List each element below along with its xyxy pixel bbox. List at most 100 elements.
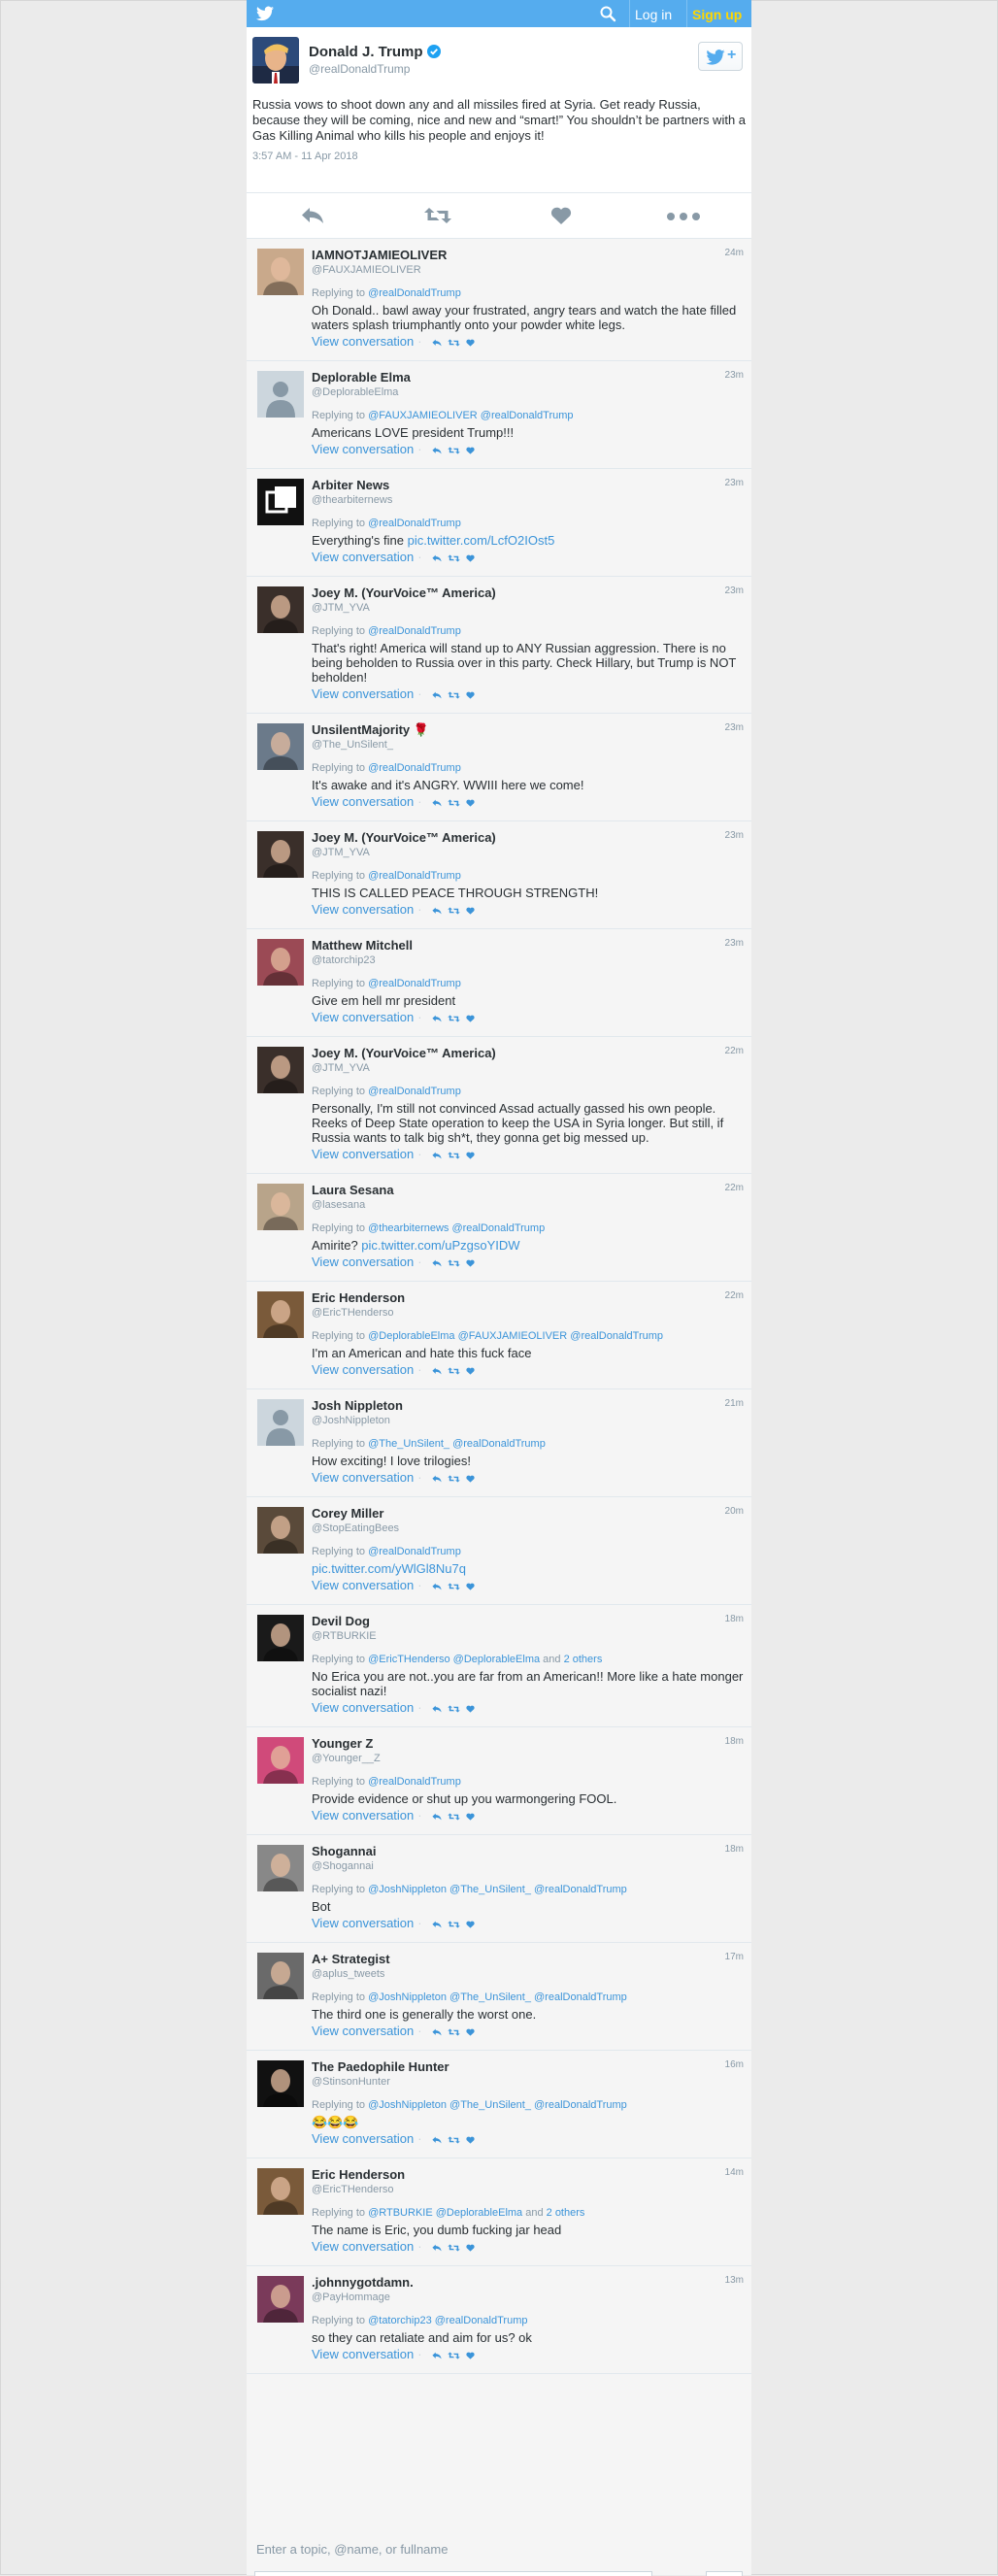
- retweet-icon[interactable]: [447, 1363, 460, 1379]
- reply-tweet[interactable]: 18m Shogannai @Shogannai Replying to @JoshN…: [247, 1835, 751, 1943]
- reply-icon[interactable]: [301, 207, 324, 224]
- author-name[interactable]: The Paedophile Hunter: [312, 2058, 744, 2075]
- more-options-icon[interactable]: [667, 213, 700, 220]
- mention-links[interactable]: @JoshNippleton @The_UnSilent_ @realDonal…: [368, 1991, 627, 2003]
- reply-tweet[interactable]: 24m IAMNOTJAMIEOLIVER @FAUXJAMIEOLIVER Repl…: [247, 239, 751, 361]
- reply-time[interactable]: 21m: [725, 1398, 744, 1409]
- author-handle[interactable]: @Shogannai: [312, 1859, 744, 1873]
- author-handle[interactable]: @StopEatingBees: [312, 1522, 744, 1535]
- author-handle[interactable]: @PayHommage: [312, 2291, 744, 2304]
- author-handle[interactable]: @DeplorableElma: [312, 385, 744, 399]
- retweet-icon[interactable]: [447, 2348, 460, 2363]
- view-conversation-link[interactable]: View conversation: [312, 902, 414, 917]
- media-link[interactable]: pic.twitter.com/LcfO2IOst5: [408, 533, 555, 548]
- author-handle[interactable]: @thearbiternews: [312, 493, 744, 507]
- reply-icon[interactable]: [432, 2348, 442, 2363]
- mention-links[interactable]: @JoshNippleton @The_UnSilent_ @realDonal…: [368, 2099, 627, 2111]
- like-heart-icon[interactable]: [465, 2024, 475, 2040]
- mention-links[interactable]: @realDonaldTrump: [368, 978, 461, 989]
- author-handle[interactable]: @StinsonHunter: [312, 2075, 744, 2089]
- view-conversation-link[interactable]: View conversation: [312, 1916, 414, 1930]
- mention-links[interactable]: @The_UnSilent_ @realDonaldTrump: [368, 1438, 546, 1450]
- author-name[interactable]: Eric Henderson: [312, 2166, 744, 2183]
- avatar[interactable]: [257, 249, 304, 295]
- retweet-icon[interactable]: [447, 1917, 460, 1932]
- author-name[interactable]: Eric Henderson: [312, 1289, 744, 1306]
- author-handle[interactable]: @RTBURKIE: [312, 1629, 744, 1643]
- like-heart-icon[interactable]: [465, 2240, 475, 2256]
- avatar[interactable]: [257, 371, 304, 418]
- reply-time[interactable]: 23m: [725, 938, 744, 949]
- retweet-icon[interactable]: [447, 551, 460, 566]
- mention-links[interactable]: @realDonaldTrump: [368, 1546, 461, 1557]
- twitter-bird-icon[interactable]: [256, 6, 274, 21]
- view-conversation-link[interactable]: View conversation: [312, 442, 414, 456]
- author-handle[interactable]: @tatorchip23: [312, 953, 744, 967]
- avatar[interactable]: [257, 2060, 304, 2107]
- reply-time[interactable]: 18m: [725, 1736, 744, 1747]
- avatar[interactable]: [257, 1399, 304, 1446]
- view-conversation-link[interactable]: View conversation: [312, 794, 414, 809]
- mention-links[interactable]: @FAUXJAMIEOLIVER @realDonaldTrump: [368, 410, 573, 421]
- reply-icon[interactable]: [432, 1011, 442, 1026]
- avatar[interactable]: [257, 1615, 304, 1661]
- author-name[interactable]: Arbiter News: [312, 477, 744, 493]
- like-heart-icon[interactable]: [465, 1255, 475, 1271]
- author-name[interactable]: UnsilentMajority 🌹: [312, 721, 744, 738]
- reply-icon[interactable]: [432, 1255, 442, 1271]
- avatar[interactable]: [257, 723, 304, 770]
- reply-tweet[interactable]: 16m The Paedophile Hunter @StinsonHunter Re…: [247, 2051, 751, 2158]
- reply-time[interactable]: 23m: [725, 722, 744, 733]
- author-name[interactable]: Shogannai: [312, 1843, 744, 1859]
- search-placeholder[interactable]: Enter a topic, @name, or fullname: [256, 2542, 448, 2557]
- author-handle[interactable]: @JTM_YVA: [312, 1061, 744, 1075]
- mention-links[interactable]: @thearbiternews @realDonaldTrump: [368, 1222, 545, 1234]
- author-handle[interactable]: @realDonaldTrump: [309, 62, 410, 76]
- like-heart-icon[interactable]: [465, 1917, 475, 1932]
- avatar[interactable]: [257, 586, 304, 633]
- like-heart-icon[interactable]: [465, 903, 475, 919]
- avatar[interactable]: [257, 939, 304, 986]
- reply-tweet[interactable]: 23m Deplorable Elma @DeplorableElma Replyin…: [247, 361, 751, 469]
- retweet-icon[interactable]: [447, 2240, 460, 2256]
- others-link[interactable]: 2 others: [547, 2207, 585, 2219]
- media-link[interactable]: pic.twitter.com/yWlGl8Nu7q: [312, 1561, 466, 1576]
- reply-icon[interactable]: [432, 443, 442, 458]
- reply-icon[interactable]: [432, 2132, 442, 2148]
- like-heart-icon[interactable]: [465, 1809, 475, 1824]
- mention-links[interactable]: @realDonaldTrump: [368, 1086, 461, 1097]
- retweet-icon[interactable]: [447, 1701, 460, 1717]
- author-handle[interactable]: @JTM_YVA: [312, 846, 744, 859]
- avatar[interactable]: [257, 1953, 304, 1999]
- others-link[interactable]: 2 others: [564, 1654, 603, 1665]
- reply-time[interactable]: 13m: [725, 2275, 744, 2286]
- mention-links[interactable]: @realDonaldTrump: [368, 762, 461, 774]
- author-handle[interactable]: @Younger__Z: [312, 1752, 744, 1765]
- reply-tweet[interactable]: 23m Matthew Mitchell @tatorchip23 Replying …: [247, 929, 751, 1037]
- retweet-icon[interactable]: [447, 903, 460, 919]
- reply-tweet[interactable]: 17m A+ Strategist @aplus_tweets Replying to…: [247, 1943, 751, 2051]
- like-heart-icon[interactable]: [465, 1579, 475, 1594]
- author-name[interactable]: Matthew Mitchell: [312, 937, 744, 953]
- reply-icon[interactable]: [432, 1148, 442, 1163]
- like-heart-icon[interactable]: [465, 795, 475, 811]
- reply-icon[interactable]: [432, 1579, 442, 1594]
- avatar[interactable]: [252, 37, 299, 84]
- reply-time[interactable]: 14m: [725, 2167, 744, 2178]
- reply-icon[interactable]: [432, 795, 442, 811]
- view-conversation-link[interactable]: View conversation: [312, 2131, 414, 2146]
- retweet-icon[interactable]: [447, 1148, 460, 1163]
- reply-icon[interactable]: [432, 903, 442, 919]
- mention-links[interactable]: @realDonaldTrump: [368, 625, 461, 637]
- reply-tweet[interactable]: 21m Josh Nippleton @JoshNippleton Replying …: [247, 1389, 751, 1497]
- search-input[interactable]: [254, 2571, 652, 2576]
- reply-icon[interactable]: [432, 1363, 442, 1379]
- like-heart-icon[interactable]: [465, 1363, 475, 1379]
- view-conversation-link[interactable]: View conversation: [312, 550, 414, 564]
- retweet-icon[interactable]: [424, 207, 451, 224]
- avatar[interactable]: [257, 1737, 304, 1784]
- like-heart-icon[interactable]: [550, 207, 572, 224]
- retweet-icon[interactable]: [447, 2132, 460, 2148]
- author-name[interactable]: Joey M. (YourVoice™ America): [312, 1045, 744, 1061]
- reply-icon[interactable]: [432, 551, 442, 566]
